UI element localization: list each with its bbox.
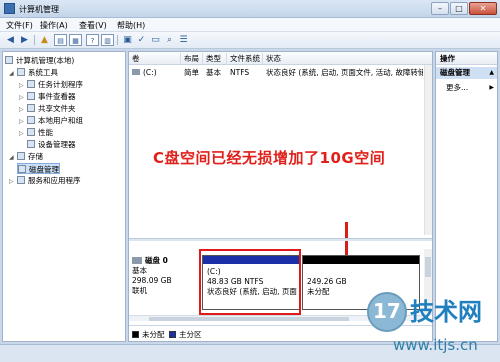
up-folder-icon[interactable]: ▲ (38, 34, 51, 46)
expand-icon[interactable]: ▷ (9, 176, 17, 187)
open-folder-icon[interactable]: ▭ (149, 34, 162, 46)
help-icon[interactable]: ? (86, 34, 99, 46)
type-cell: 基本 (206, 68, 221, 77)
computer-management-icon (4, 3, 15, 14)
tree-node-device-manager[interactable]: 设备管理器 (27, 139, 76, 150)
tree-node-storage[interactable]: ◢ 存储 (9, 151, 43, 162)
scrollbar-thumb[interactable] (425, 257, 431, 277)
check-icon[interactable]: ✓ (135, 34, 148, 46)
volume-list-scrollbar[interactable] (424, 65, 432, 235)
menu-action[interactable]: 操作(A) (40, 20, 68, 31)
clock-icon (27, 80, 35, 88)
highlight-box (199, 249, 301, 315)
forward-icon[interactable]: ▶ (18, 34, 31, 46)
expand-icon[interactable]: ▷ (19, 80, 27, 91)
watermark-number: 17 (373, 299, 401, 323)
performance-icon (27, 128, 35, 136)
column-header-status[interactable]: 状态 (263, 53, 424, 64)
more-actions[interactable]: 更多... ▶ (436, 82, 497, 94)
tree-node-performance[interactable]: ▷ 性能 (19, 127, 53, 138)
menu-bar: 文件(F) 操作(A) 查看(V) 帮助(H) (0, 18, 500, 32)
disk-info[interactable]: 磁盘 0 基本 298.09 GB 联机 (132, 256, 197, 308)
window-title: 计算机管理 (19, 5, 59, 14)
disk-name: 磁盘 0 (145, 256, 168, 265)
primary-swatch (169, 331, 176, 338)
unallocated-strip (303, 256, 419, 264)
maximize-button[interactable]: □ (450, 2, 468, 15)
disk-state: 联机 (132, 286, 147, 295)
layout-cell: 简单 (184, 68, 199, 77)
collapse-icon[interactable]: ◢ (9, 68, 17, 79)
actions-group-disk-management[interactable]: 磁盘管理 ▲ (436, 67, 497, 79)
expand-icon[interactable]: ▷ (19, 92, 27, 103)
tools-icon (17, 68, 25, 76)
filesystem-cell: NTFS (230, 68, 250, 77)
toolbar-separator (34, 35, 35, 45)
unallocated-size: 249.26 GB (307, 277, 347, 286)
toolbar: ◀ ▶ ▲ ▤ ▦ ? ▥ ▣ ✓ ▭ ⌕ ☰ (0, 32, 500, 49)
menu-view[interactable]: 查看(V) (79, 20, 107, 31)
expand-icon[interactable]: ▷ (19, 116, 27, 127)
tree-node-task-scheduler[interactable]: ▷ 任务计划程序 (19, 79, 83, 90)
volume-row[interactable]: (C:) 简单 基本 NTFS 状态良好 (系统, 启动, 页面文件, 活动, … (129, 67, 432, 78)
title-bar: 计算机管理 – □ ✕ (0, 0, 500, 18)
console-tree: 计算机管理(本地) ◢ 系统工具 ▷ 任务计划程序 ▷ 事件查看器 ▷ 共享文件夹 ▷ 本… (2, 51, 126, 342)
services-icon (17, 176, 25, 184)
scrollbar-thumb[interactable] (149, 317, 349, 321)
pane-splitter[interactable] (129, 238, 432, 241)
disk-size: 298.09 GB (132, 276, 172, 285)
close-button[interactable]: ✕ (469, 2, 497, 15)
expand-icon[interactable]: ▷ (19, 104, 27, 115)
column-header-layout[interactable]: 布局 (181, 53, 203, 64)
menu-file[interactable]: 文件(F) (6, 20, 33, 31)
actions-header: 操作 (436, 52, 497, 65)
search-icon[interactable]: ⌕ (163, 34, 176, 46)
tree-node-local-users[interactable]: ▷ 本地用户和组 (19, 115, 83, 126)
submenu-arrow-icon: ▶ (489, 84, 494, 91)
console-tree-icon[interactable]: ▤ (54, 34, 67, 46)
computer-icon (5, 56, 13, 64)
tree-node-services[interactable]: ▷ 服务和应用程序 (9, 175, 81, 186)
tree-node-shared-folders[interactable]: ▷ 共享文件夹 (19, 103, 76, 114)
collapse-icon[interactable]: ◢ (9, 152, 17, 163)
annotation-text: C盘空间已经无损增加了10G空间 (153, 149, 386, 167)
site-watermark: 17 技术网 www.itjs.cn (363, 288, 497, 358)
expand-icon[interactable]: ▷ (19, 128, 27, 139)
tree-node-disk-management[interactable]: 磁盘管理 (17, 163, 60, 174)
disk-management-icon (18, 165, 26, 173)
users-icon (27, 116, 35, 124)
legend-unallocated: 未分配 (132, 330, 165, 339)
minimize-button[interactable]: – (431, 2, 449, 15)
tree-node-event-viewer[interactable]: ▷ 事件查看器 (19, 91, 76, 102)
back-icon[interactable]: ◀ (4, 34, 17, 46)
storage-icon (17, 152, 25, 160)
device-manager-icon (27, 140, 35, 148)
properties-icon[interactable]: ▦ (69, 34, 82, 46)
collapse-icon[interactable]: ▲ (489, 67, 494, 79)
toolbar-separator (117, 35, 118, 45)
volume-cell: (C:) (132, 67, 180, 78)
volume-icon (132, 69, 140, 75)
column-header-volume[interactable]: 卷 (129, 53, 181, 64)
watermark-name: 技术网 (410, 298, 482, 326)
legend-primary: 主分区 (169, 330, 202, 339)
tree-node-root[interactable]: 计算机管理(本地) (5, 55, 74, 66)
folder-icon (27, 104, 35, 112)
view-icon[interactable]: ▥ (101, 34, 114, 46)
tree-node-system-tools[interactable]: ◢ 系统工具 (9, 67, 58, 78)
watermark-url: www.itjs.cn (393, 336, 478, 354)
column-header-filesystem[interactable]: 文件系统 (227, 53, 263, 64)
disk-icon (132, 257, 142, 264)
volume-list-header: 卷 布局 类型 文件系统 状态 (129, 52, 432, 65)
status-cell: 状态良好 (系统, 启动, 页面文件, 活动, 故障转储, 主分区 (266, 68, 423, 77)
export-icon[interactable]: ▣ (121, 34, 134, 46)
event-icon (27, 92, 35, 100)
disk-list-icon[interactable]: ☰ (177, 34, 190, 46)
menu-help[interactable]: 帮助(H) (117, 20, 145, 31)
disk-kind: 基本 (132, 266, 147, 275)
unallocated-swatch (132, 331, 139, 338)
column-header-type[interactable]: 类型 (203, 53, 227, 64)
